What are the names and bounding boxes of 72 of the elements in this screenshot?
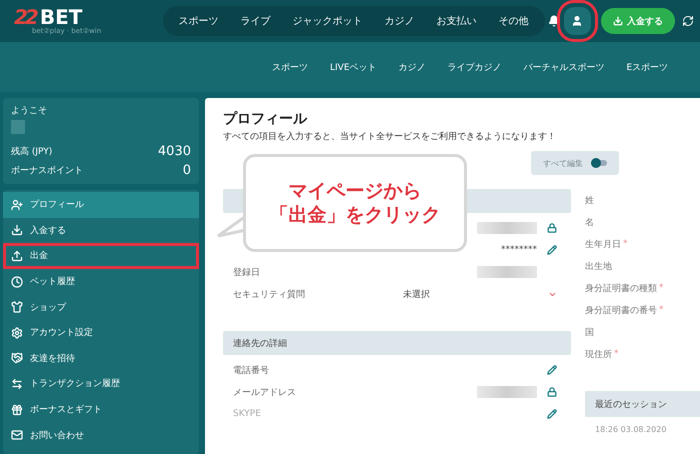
subnav-link[interactable]: Eスポーツ <box>626 60 668 74</box>
sidebar-item[interactable]: アカウント設定 <box>3 320 199 346</box>
session-header: 最近のセッション <box>585 391 700 417</box>
user-plus-icon <box>11 198 23 211</box>
mail-icon <box>11 429 23 442</box>
lock-icon <box>547 387 557 397</box>
nav-link[interactable]: ライブ <box>230 14 281 28</box>
arrows-icon <box>11 378 23 390</box>
sidebar-item[interactable]: ショップ <box>3 294 199 320</box>
edit-icon[interactable] <box>547 245 557 255</box>
page-subtitle: すべての項目を入力すると、当サイト全サービスをご利用できるようになります！ <box>223 130 557 143</box>
edit-icon[interactable] <box>547 365 557 375</box>
page-title: プロフィール <box>223 110 308 128</box>
field-value: ******** <box>501 245 537 255</box>
gift-icon <box>11 404 23 416</box>
blurred-username <box>11 120 25 134</box>
sidebar-item[interactable]: プロフィール <box>3 192 199 218</box>
lock-icon <box>547 223 557 233</box>
bonus-label: ボーナスポイント <box>11 165 83 177</box>
user-icon <box>571 15 584 27</box>
nav-link[interactable]: カジノ <box>374 14 425 28</box>
field-label: セキュリティ質問 <box>233 288 306 300</box>
field-label: SKYPE <box>233 409 262 419</box>
nav-link[interactable]: お支払い <box>426 14 487 28</box>
subnav-link[interactable]: スポーツ <box>272 60 308 74</box>
clock-icon <box>11 276 23 288</box>
subnav-link[interactable]: バーチャルスポーツ <box>524 60 605 74</box>
balance-label: 残高 (JPY) <box>11 146 52 158</box>
field-value: 未選択 <box>403 288 430 300</box>
blurred-value <box>477 222 537 234</box>
field-label: 電話番号 <box>233 364 270 376</box>
nav-link[interactable]: その他 <box>488 14 539 28</box>
field-label: 現住所 * <box>585 348 620 362</box>
sidebar-item[interactable]: トランザクション履歴 <box>3 371 199 397</box>
bonus-amount: 0 <box>182 163 191 178</box>
subnav-link[interactable]: カジノ <box>398 60 426 74</box>
sidebar-item[interactable]: お問い合わせ <box>3 422 199 448</box>
sidebar-item[interactable]: 友達を招待 <box>3 346 199 372</box>
sidebar-item[interactable]: 出金 <box>3 243 199 269</box>
sidebar-item[interactable]: ボーナスとギフト <box>3 396 199 422</box>
subnav-link[interactable]: LIVEベット <box>330 60 377 74</box>
field-label: 身分証明書の種類 * <box>585 282 664 296</box>
field-label: 生年月日 * <box>585 238 628 252</box>
blurred-value <box>477 386 537 398</box>
callout: マイページから 「出金」をクリック <box>243 154 467 252</box>
section-header: 連絡先の詳細 <box>223 331 571 355</box>
subnav-link[interactable]: ライブカジノ <box>448 60 502 74</box>
download-icon <box>613 16 624 26</box>
shirt-icon <box>11 301 23 314</box>
nav-link[interactable]: ジャックポット <box>282 14 373 28</box>
field-label: 登録日 <box>233 266 261 278</box>
field-label: 身分証明書の番号 * <box>585 304 664 318</box>
session-time: 18:26 03.08.2020 <box>594 424 668 436</box>
account-button[interactable] <box>564 7 592 35</box>
handshake-icon <box>11 352 23 364</box>
field-label: 出生地 <box>585 260 613 274</box>
balance-amount: 4030 <box>158 144 191 159</box>
refresh-icon <box>682 15 694 27</box>
field-label: 名 <box>585 216 595 230</box>
edit-icon[interactable] <box>547 409 557 419</box>
download-icon <box>11 224 23 236</box>
upload-icon <box>11 250 23 262</box>
nav-link[interactable]: スポーツ <box>168 14 229 28</box>
field-label: 姓 <box>585 194 595 208</box>
greeting: ようこそ <box>11 105 48 117</box>
settings-icon <box>11 326 23 339</box>
logo-word[interactable]: BET <box>40 7 82 27</box>
field-label: 国 <box>585 326 595 340</box>
sidebar-item[interactable]: ベット履歴 <box>3 268 199 294</box>
field-label: メールアドレス <box>233 386 297 398</box>
blurred-value <box>477 266 537 278</box>
sidebar-item[interactable]: 入金する <box>3 218 199 244</box>
